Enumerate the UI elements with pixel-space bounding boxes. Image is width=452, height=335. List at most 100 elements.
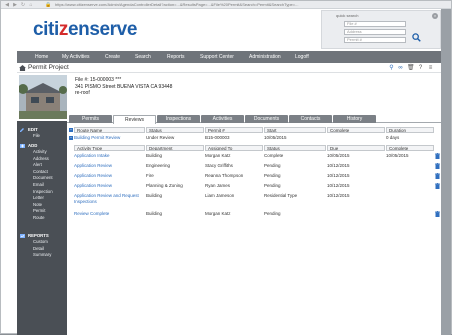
close-icon[interactable]: ×: [432, 13, 438, 19]
menu-support-center[interactable]: Support Center: [200, 51, 234, 63]
search-icon[interactable]: [412, 33, 421, 42]
col-start[interactable]: Start: [264, 127, 326, 133]
sidebar-edit-head: EDIT: [19, 127, 40, 133]
address-bar[interactable]: https://www.citizenserve.com/Admin/Agend…: [55, 2, 435, 8]
activity-status: Pending: [264, 183, 281, 188]
route-start: 10/05/2015: [264, 135, 287, 140]
page-scrollbar[interactable]: [441, 9, 451, 335]
sidebar-add-label: ADD: [28, 143, 38, 148]
address-input[interactable]: Address: [344, 29, 406, 35]
sidebar-item-address[interactable]: Address: [19, 156, 53, 163]
tab-permits[interactable]: Permits: [69, 115, 112, 123]
app-header: citizenserve quick search × File # Addre…: [17, 9, 441, 51]
tab-activities[interactable]: Activities: [201, 115, 244, 123]
tab-contacts[interactable]: Contacts: [289, 115, 332, 123]
citizenserve-logo[interactable]: citizenserve: [33, 19, 137, 41]
activity-assigned-to: Morgan Katz: [205, 211, 231, 216]
route-name-link[interactable]: Building Permit Review: [74, 135, 120, 141]
sidebar-item-document[interactable]: Document: [19, 175, 53, 182]
tab-inspections[interactable]: Inspections: [157, 115, 200, 123]
sidebar-item-summary[interactable]: Summary: [19, 252, 51, 259]
sidebar-item-detail[interactable]: Detail: [19, 246, 51, 253]
tab-history[interactable]: History: [333, 115, 376, 123]
activity-type-link[interactable]: Application Review and Request Inspectio…: [74, 193, 146, 205]
activity-type-link[interactable]: Application Review: [74, 183, 112, 189]
sidebar: EDIT File ADD Activity Address Alert Con…: [17, 121, 67, 335]
sidebar-item-file[interactable]: File: [19, 133, 40, 140]
activity-department: Building: [146, 153, 163, 158]
reload-icon[interactable]: ↻: [20, 2, 26, 8]
permit-number-input[interactable]: Permit #: [344, 37, 406, 43]
route-duration: 0 days: [386, 135, 400, 140]
quick-search-panel: quick search × File # Address Permit #: [321, 10, 441, 49]
tab-reviews[interactable]: Reviews: [113, 115, 156, 124]
sidebar-item-contact[interactable]: Contact: [19, 169, 53, 176]
col-activity-complete[interactable]: Complete: [386, 145, 434, 151]
activity-complete: 10/05/2015: [386, 153, 409, 158]
activity-status: Pending: [264, 211, 281, 216]
activity-type-link[interactable]: Application Review: [74, 163, 112, 169]
route-status: Under Review: [146, 135, 175, 140]
activity-type-link[interactable]: Review Complete: [74, 211, 109, 217]
sidebar-item-email[interactable]: Email: [19, 182, 53, 189]
binoculars-icon[interactable]: ∞: [397, 65, 404, 72]
menu-create[interactable]: Create: [105, 51, 120, 63]
col-activity-type[interactable]: Activity Type: [74, 145, 145, 151]
delete-activity-icon[interactable]: [435, 173, 440, 179]
map-pin-icon[interactable]: ⚲: [388, 65, 395, 72]
delete-activity-icon[interactable]: [435, 163, 440, 169]
sidebar-item-route[interactable]: Route: [19, 215, 53, 222]
browser-window: ◀ ▶ ↻ ⌂ 🔒 https://www.citizenserve.com/A…: [0, 0, 452, 335]
activity-department: Engineering: [146, 163, 171, 168]
activity-type-link[interactable]: Application Intake: [74, 153, 110, 159]
trash-icon[interactable]: 🗑: [407, 65, 415, 72]
activity-assigned-to: Liam Jameson: [205, 193, 235, 198]
activity-assigned-to: Morgan Katz: [205, 153, 231, 158]
col-route-name[interactable]: Route Name: [74, 127, 145, 133]
sidebar-item-custom[interactable]: Custom: [19, 239, 51, 246]
sidebar-item-note[interactable]: Note: [19, 202, 53, 209]
col-assigned-to[interactable]: Assigned To: [205, 145, 263, 151]
delete-activity-icon[interactable]: [435, 183, 440, 189]
forward-icon[interactable]: ▶: [12, 2, 18, 8]
expand-route-icon[interactable]: −: [69, 136, 73, 140]
activity-status: Pending: [264, 173, 281, 178]
col-activity-status[interactable]: Status: [264, 145, 326, 151]
back-icon[interactable]: ◀: [4, 2, 10, 8]
sidebar-reports-head: REPORTS: [19, 233, 51, 239]
help-icon[interactable]: ?: [417, 65, 424, 72]
sidebar-item-permit[interactable]: Permit: [19, 208, 53, 215]
delete-activity-icon[interactable]: [435, 211, 440, 217]
menu-icon[interactable]: ≡: [427, 65, 434, 72]
col-status[interactable]: Status: [146, 127, 204, 133]
menu-my-activities[interactable]: My Activities: [62, 51, 90, 63]
col-due[interactable]: Due: [327, 145, 385, 151]
property-photo: [19, 75, 67, 119]
add-icon: [20, 144, 25, 148]
sidebar-item-letter[interactable]: Letter: [19, 195, 53, 202]
file-number-input[interactable]: File #: [344, 21, 406, 27]
activity-assigned-to: Reanna Thompson: [205, 173, 244, 178]
sidebar-item-activity[interactable]: Activity: [19, 149, 53, 156]
collapse-icon[interactable]: −: [69, 128, 73, 132]
menu-search[interactable]: Search: [135, 51, 151, 63]
sidebar-item-alert[interactable]: Alert: [19, 162, 53, 169]
col-department[interactable]: Department: [146, 145, 204, 151]
col-complete[interactable]: Complete: [327, 127, 385, 133]
col-permit-number[interactable]: Permit #: [205, 127, 263, 133]
menu-logoff[interactable]: Logoff: [295, 51, 309, 63]
sidebar-item-inspection[interactable]: Inspection: [19, 189, 53, 196]
sidebar-edit-label: EDIT: [28, 127, 38, 132]
tab-documents[interactable]: Documents: [245, 115, 288, 123]
main-menu: Home My Activities Create Search Reports…: [17, 51, 441, 63]
col-duration[interactable]: Duration: [386, 127, 434, 133]
activity-type-link[interactable]: Application Review: [74, 173, 112, 179]
menu-administration[interactable]: Administration: [249, 51, 281, 63]
home-icon[interactable]: ⌂: [28, 2, 34, 8]
menu-home[interactable]: Home: [35, 51, 48, 63]
activity-assigned-to: Stacy Griffiths: [205, 163, 233, 168]
menu-reports[interactable]: Reports: [167, 51, 185, 63]
delete-activity-icon[interactable]: [435, 153, 440, 159]
quick-search-title: quick search: [336, 13, 359, 18]
activity-due: 10/12/2015: [327, 163, 350, 168]
